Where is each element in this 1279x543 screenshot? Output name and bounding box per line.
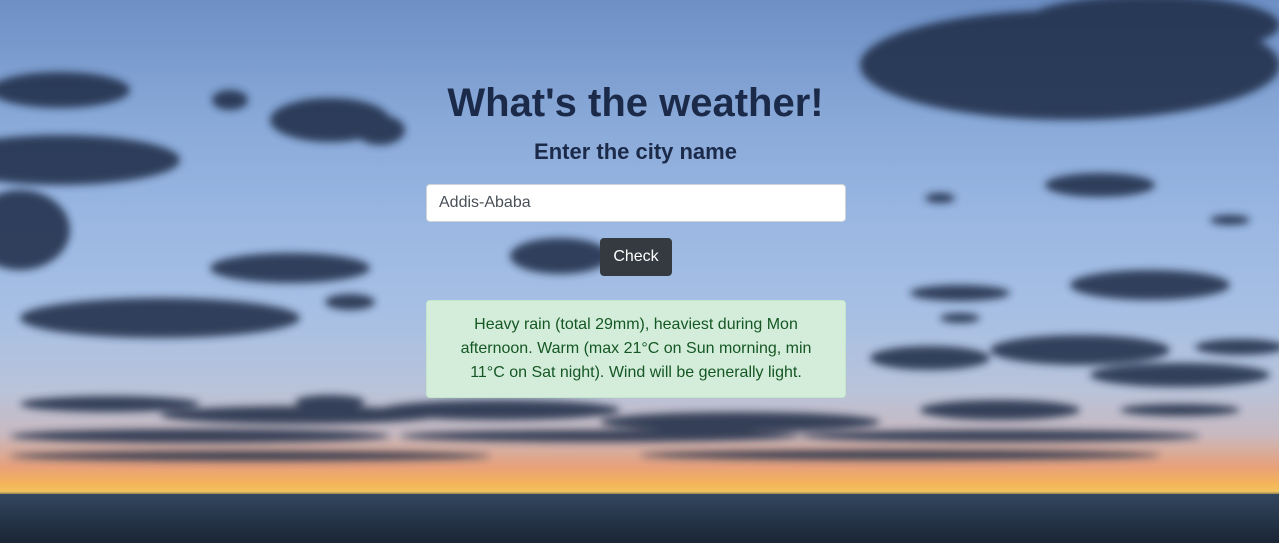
weather-result-alert: Heavy rain (total 29mm), heaviest during… [426, 300, 846, 398]
city-input[interactable] [426, 184, 846, 222]
weather-app: What's the weather! Enter the city name … [0, 0, 1279, 543]
page-title: What's the weather! [447, 81, 824, 125]
city-prompt-label: Enter the city name [534, 139, 737, 164]
check-button[interactable]: Check [600, 238, 672, 276]
